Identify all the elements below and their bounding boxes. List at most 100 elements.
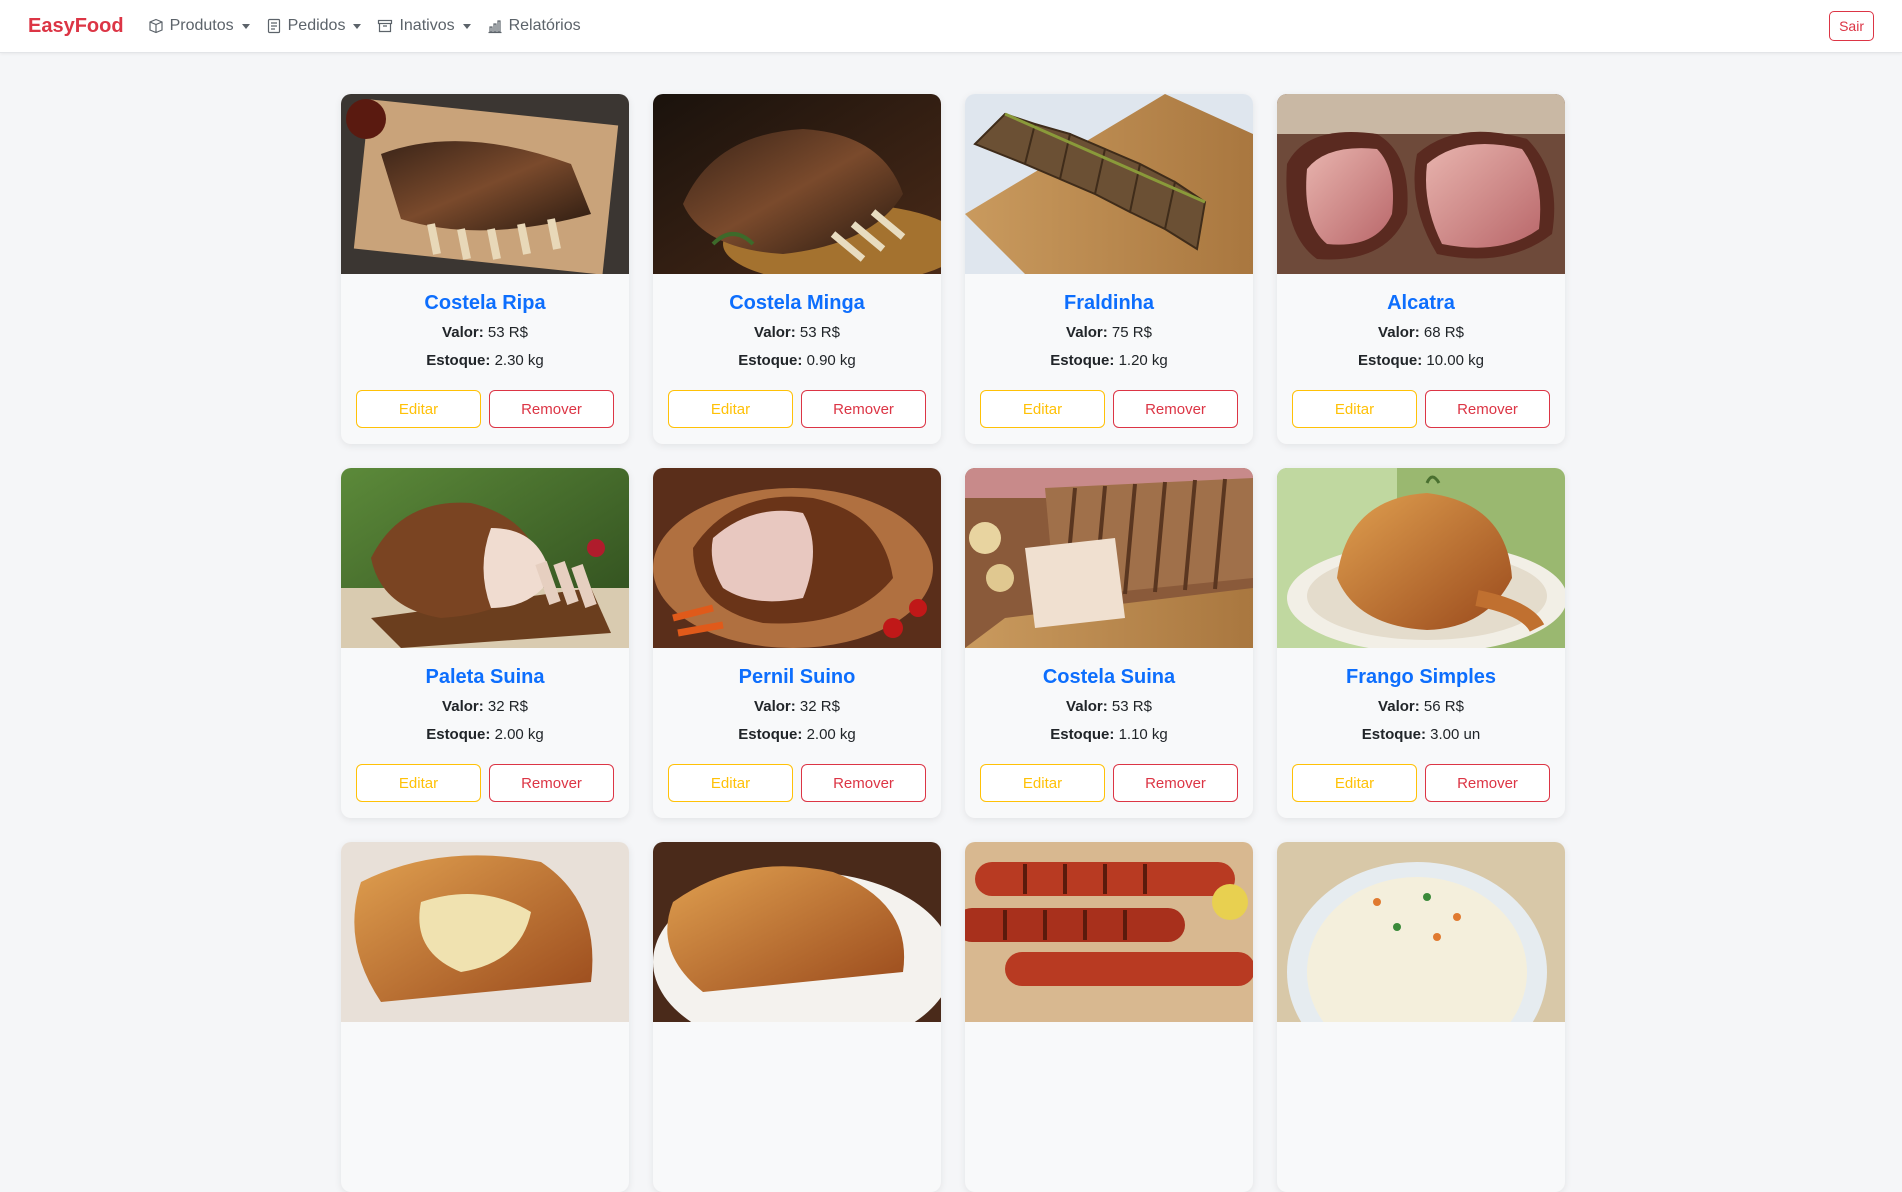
product-stock: Estoque: 1.20 kg [965,352,1253,374]
product-value: Valor: 53 R$ [965,698,1253,720]
edit-button[interactable]: Editar [980,764,1105,802]
product-image [1277,94,1565,274]
product-value: Valor: 53 R$ [653,324,941,346]
remove-button[interactable]: Remover [1113,764,1238,802]
edit-button[interactable]: Editar [980,390,1105,428]
value-amount: 68 R$ [1423,324,1464,341]
product-card [653,842,941,1192]
chevron-down-icon [462,23,471,29]
product-card: Paleta Suina Valor: 32 R$ Estoque: 2.00 … [341,468,629,818]
product-image [341,94,629,274]
value-amount: 32 R$ [487,698,528,715]
product-image [1277,468,1565,648]
remove-button[interactable]: Remover [489,764,614,802]
product-name: Pernil Suino [738,666,856,688]
product-image [965,94,1253,274]
product-image [341,468,629,648]
nav-inativos[interactable]: Inativos [377,17,471,35]
edit-button[interactable]: Editar [1292,764,1417,802]
stock-label: Estoque: [738,726,803,743]
product-stock: Estoque: 2.30 kg [341,352,629,374]
edit-button[interactable]: Editar [668,764,793,802]
value-amount: 53 R$ [799,324,840,341]
product-name: Costela Minga [729,292,865,314]
nav-relatorios-label: Relatórios [508,17,581,34]
product-stock: Estoque: 1.10 kg [965,726,1253,748]
product-card [1277,842,1565,1192]
chevron-down-icon [353,23,362,29]
stock-amount: 3.00 un [1430,726,1481,743]
value-label: Valor: [1378,324,1420,341]
product-value: Valor: 56 R$ [1277,698,1565,720]
stock-label: Estoque: [1358,352,1423,369]
product-name: Alcatra [1387,292,1455,314]
stock-label: Estoque: [426,726,491,743]
value-label: Valor: [1066,698,1108,715]
logout-button[interactable]: Sair [1829,11,1874,41]
stock-label: Estoque: [738,352,803,369]
stock-amount: 2.30 kg [494,352,544,369]
stock-label: Estoque: [1361,726,1426,743]
nav-relatorios[interactable]: Relatórios [487,17,581,35]
remove-button[interactable]: Remover [801,764,926,802]
stock-label: Estoque: [1050,352,1115,369]
remove-button[interactable]: Remover [1425,390,1550,428]
product-value: Valor: 53 R$ [341,324,629,346]
product-card: Costela Suina Valor: 53 R$ Estoque: 1.10… [965,468,1253,818]
product-card: Frango Simples Valor: 56 R$ Estoque: 3.0… [1277,468,1565,818]
stock-label: Estoque: [1050,726,1115,743]
edit-button[interactable]: Editar [668,390,793,428]
stock-amount: 2.00 kg [494,726,544,743]
product-name: Costela Suina [1042,666,1176,688]
remove-button[interactable]: Remover [801,390,926,428]
product-stock: Estoque: 3.00 un [1277,726,1565,748]
value-amount: 53 R$ [1111,698,1152,715]
stock-amount: 1.20 kg [1118,352,1168,369]
product-value: Valor: 75 R$ [965,324,1253,346]
remove-button[interactable]: Remover [1113,390,1238,428]
product-image [341,842,629,1022]
nav-inativos-label: Inativos [399,17,455,34]
value-label: Valor: [754,324,796,341]
nav-produtos[interactable]: Produtos [148,17,250,35]
value-label: Valor: [1066,324,1108,341]
box-icon [148,18,163,34]
stock-amount: 10.00 kg [1426,352,1484,369]
stock-amount: 0.90 kg [806,352,856,369]
product-value: Valor: 68 R$ [1277,324,1565,346]
product-image [965,468,1253,648]
product-image [653,842,941,1022]
value-label: Valor: [1378,698,1420,715]
product-name: Paleta Suina [425,666,545,688]
value-label: Valor: [442,698,484,715]
stock-amount: 2.00 kg [806,726,856,743]
product-value: Valor: 32 R$ [341,698,629,720]
product-card: Alcatra Valor: 68 R$ Estoque: 10.00 kg E… [1277,94,1565,444]
product-image [653,468,941,648]
product-value: Valor: 32 R$ [653,698,941,720]
remove-button[interactable]: Remover [1425,764,1550,802]
product-image [965,842,1253,1022]
brand-logo[interactable]: EasyFood [28,15,124,38]
product-name: Costela Ripa [424,292,546,314]
stock-label: Estoque: [426,352,491,369]
remove-button[interactable]: Remover [489,390,614,428]
top-navbar: EasyFood Produtos Pedidos Inativos Relat… [0,0,1902,53]
product-stock: Estoque: 2.00 kg [653,726,941,748]
product-card: Pernil Suino Valor: 32 R$ Estoque: 2.00 … [653,468,941,818]
nav-produtos-label: Produtos [169,17,234,34]
value-amount: 53 R$ [487,324,528,341]
product-card: Fraldinha Valor: 75 R$ Estoque: 1.20 kg … [965,94,1253,444]
edit-button[interactable]: Editar [1292,390,1417,428]
product-card: Costela Ripa Valor: 53 R$ Estoque: 2.30 … [341,94,629,444]
product-grid: Costela Ripa Valor: 53 R$ Estoque: 2.30 … [341,94,1565,1192]
product-name: Fraldinha [1063,292,1154,314]
nav-pedidos[interactable]: Pedidos [266,17,362,35]
edit-button[interactable]: Editar [356,764,481,802]
edit-button[interactable]: Editar [356,390,481,428]
chevron-down-icon [241,23,250,29]
product-stock: Estoque: 10.00 kg [1277,352,1565,374]
product-image [1277,842,1565,1022]
nav-menu: Produtos Pedidos Inativos Relatórios [148,17,597,35]
product-card [965,842,1253,1192]
